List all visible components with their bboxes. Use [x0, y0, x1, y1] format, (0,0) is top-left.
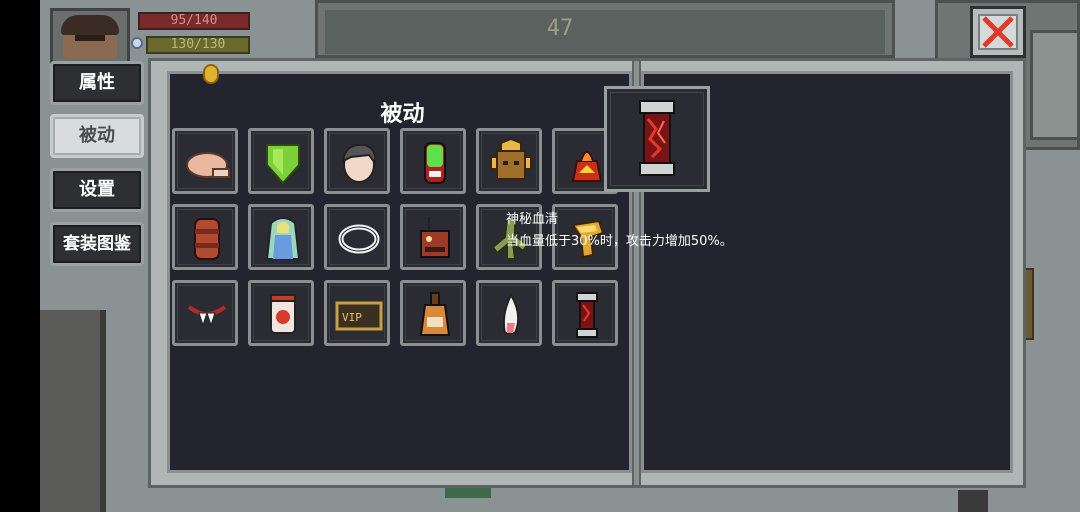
- red-jar-icon: [270, 294, 296, 334]
- passive-item-slot[interactable]: [324, 204, 390, 270]
- silver-bracelet-icon: [338, 224, 380, 254]
- background-chain: [958, 490, 988, 512]
- selected-item-name: 神秘血清: [506, 212, 559, 227]
- background-door: [1030, 30, 1080, 140]
- passive-item-slot[interactable]: [552, 280, 618, 346]
- passive-item-slot[interactable]: [476, 128, 542, 194]
- background-wall: [40, 310, 106, 512]
- armor-icon: [131, 37, 143, 49]
- passive-item-slot[interactable]: [172, 128, 238, 194]
- leather-armor-icon: [194, 218, 220, 260]
- passive-item-slot[interactable]: [248, 280, 314, 346]
- background-tile: [445, 488, 491, 498]
- tab-set-codex[interactable]: 套装图鉴: [50, 222, 144, 266]
- background-top-inner: [325, 10, 885, 54]
- green-shield-icon: [266, 144, 300, 185]
- tab-passive[interactable]: 被动: [50, 114, 144, 158]
- passive-item-slot[interactable]: [400, 204, 466, 270]
- roast-meat-icon: [186, 152, 230, 178]
- green-potion-icon: [424, 142, 446, 184]
- whiskey-bottle-icon: [419, 292, 451, 336]
- player-avatar: [50, 8, 130, 64]
- passive-item-slot[interactable]: [172, 280, 238, 346]
- radio-device-icon: [420, 217, 450, 258]
- blood-serum-icon: [576, 292, 598, 338]
- tab-attributes[interactable]: 属性: [50, 61, 144, 105]
- selected-item-description: 当血量低于30%时，攻击力增加50%。: [506, 234, 733, 249]
- hp-bar: 95/140: [138, 12, 250, 30]
- passive-item-slot[interactable]: [400, 128, 466, 194]
- passive-panel: 被动: [148, 58, 1026, 488]
- fang-necklace-icon: [187, 305, 227, 327]
- hp-text: 95/140: [170, 13, 218, 28]
- passive-item-slot[interactable]: [476, 280, 542, 346]
- close-button[interactable]: [970, 6, 1026, 58]
- vip-card-icon: VIP: [335, 301, 383, 331]
- rainbow-cloak-icon: [265, 217, 301, 260]
- armor-bar: 130/130: [146, 36, 250, 54]
- wave-number: 47: [546, 16, 574, 41]
- close-icon: [982, 16, 1014, 48]
- blood-serum-icon: [639, 100, 675, 176]
- white-claw-icon: [502, 292, 520, 334]
- passive-item-slot[interactable]: VIP: [324, 280, 390, 346]
- passive-item-slot[interactable]: [400, 280, 466, 346]
- coin-icon: [203, 64, 219, 84]
- svg-text:VIP: VIP: [342, 311, 362, 324]
- panel-title: 被动: [380, 102, 425, 127]
- passive-item-slot[interactable]: [248, 204, 314, 270]
- passive-item-slot[interactable]: [324, 128, 390, 194]
- golden-mask-icon: [490, 139, 532, 180]
- passive-item-slot[interactable]: [248, 128, 314, 194]
- armor-text: 130/130: [170, 37, 226, 52]
- tab-settings[interactable]: 设置: [50, 168, 144, 212]
- passive-item-slot[interactable]: [172, 204, 238, 270]
- character-head-icon: [341, 143, 377, 183]
- selected-item-frame: [604, 86, 710, 192]
